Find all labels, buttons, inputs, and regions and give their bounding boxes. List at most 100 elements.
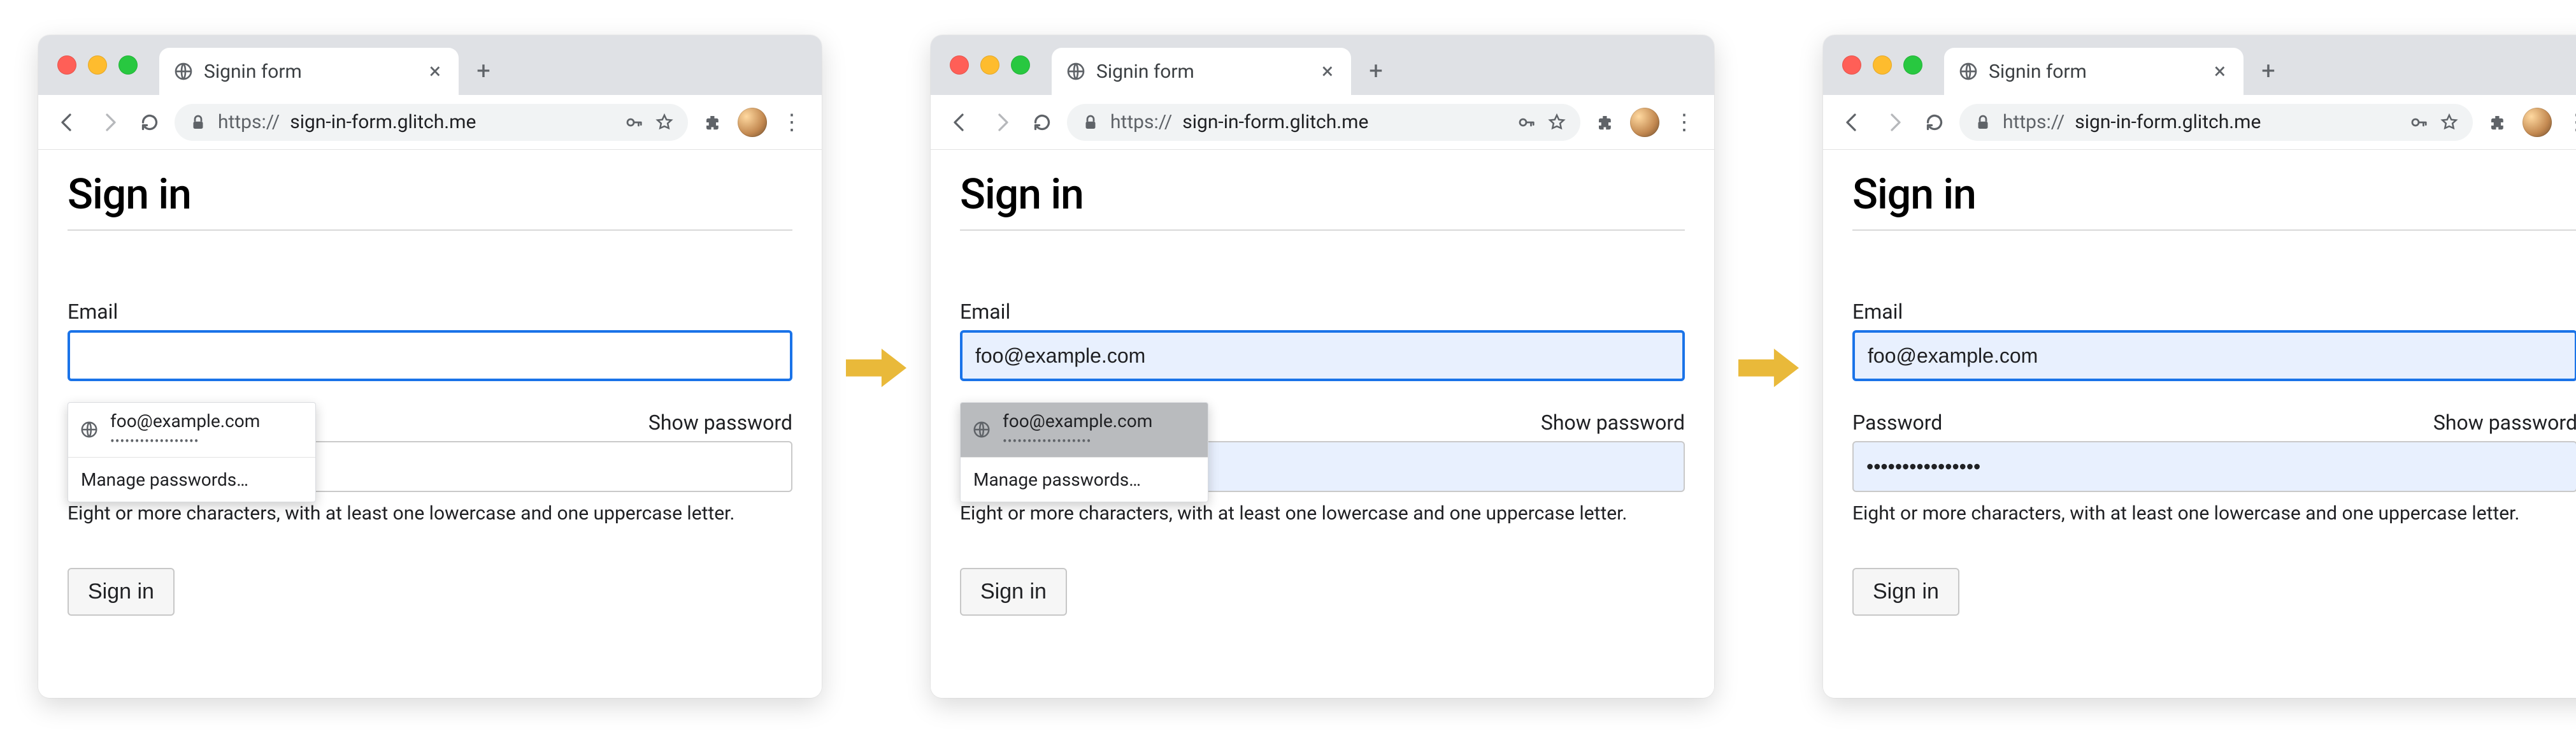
globe-icon: [1066, 61, 1086, 82]
page-title: Sign in: [960, 170, 1685, 219]
show-password-toggle[interactable]: Show password: [2433, 410, 2576, 435]
autofill-popup: foo@example.com •••••••••••••••••• Manag…: [960, 402, 1208, 502]
email-field[interactable]: [1852, 330, 2576, 381]
address-bar[interactable]: https://sign-in-form.glitch.me: [1959, 104, 2473, 141]
tab-title: Signin form: [1989, 61, 2200, 83]
address-bar[interactable]: https://sign-in-form.glitch.me: [1067, 104, 1580, 141]
browser-window: Signin form × + https://sign-in-form.gli…: [931, 35, 1714, 698]
url-scheme: https://: [2003, 111, 2064, 133]
forward-button[interactable]: [985, 106, 1017, 138]
manage-passwords-button[interactable]: Manage passwords…: [961, 458, 1208, 502]
back-button[interactable]: [1837, 106, 1869, 138]
arrow-right-icon: [1738, 344, 1799, 389]
show-password-toggle[interactable]: Show password: [648, 410, 792, 435]
email-field[interactable]: [960, 330, 1685, 381]
tab-strip: Signin form × +: [931, 35, 1714, 95]
key-icon[interactable]: [624, 113, 643, 132]
back-button[interactable]: [52, 106, 84, 138]
divider: [1852, 229, 2576, 231]
signin-button[interactable]: Sign in: [960, 568, 1067, 616]
window-controls: [1842, 55, 1922, 75]
signin-button[interactable]: Sign in: [1852, 568, 1959, 616]
extensions-button[interactable]: [697, 106, 729, 138]
url-host: sign-in-form.glitch.me: [1182, 111, 1368, 133]
minimize-window-button[interactable]: [1873, 55, 1892, 75]
close-tab-button[interactable]: ×: [2210, 59, 2229, 83]
new-tab-button[interactable]: +: [1360, 55, 1392, 87]
signin-button[interactable]: Sign in: [68, 568, 175, 616]
key-icon[interactable]: [1517, 113, 1536, 132]
address-bar[interactable]: https://sign-in-form.glitch.me: [175, 104, 688, 141]
tab-strip: Signin form × +: [1823, 35, 2576, 95]
autofill-popup: foo@example.com •••••••••••••••••• Manag…: [68, 402, 316, 502]
divider: [960, 229, 1685, 231]
globe-icon: [173, 61, 194, 82]
forward-icon: [1882, 111, 1905, 134]
new-tab-button[interactable]: +: [468, 55, 499, 87]
tab-title: Signin form: [1096, 61, 1308, 83]
forward-button[interactable]: [1878, 106, 1910, 138]
browser-window: Signin form × + https://sign-in-form.gli…: [1823, 35, 2576, 698]
email-field[interactable]: [68, 330, 792, 381]
reload-button[interactable]: [134, 106, 166, 138]
password-hint: Eight or more characters, with at least …: [1852, 502, 2576, 525]
globe-icon: [1958, 61, 1979, 82]
reload-icon: [1923, 111, 1946, 134]
puzzle-icon: [1596, 113, 1615, 132]
tab-strip: Signin form × +: [38, 35, 822, 95]
reload-button[interactable]: [1026, 106, 1058, 138]
autofill-password-mask: ••••••••••••••••••: [1003, 434, 1152, 448]
tab-signin-form[interactable]: Signin form ×: [1944, 48, 2243, 95]
back-icon: [949, 111, 972, 134]
close-tab-button[interactable]: ×: [1318, 59, 1337, 83]
star-icon[interactable]: [655, 113, 674, 132]
page-content: Sign in Email Password Show password Eig…: [1823, 150, 2576, 698]
new-tab-button[interactable]: +: [2252, 55, 2284, 87]
password-field[interactable]: [1852, 441, 2576, 492]
tab-title: Signin form: [204, 61, 415, 83]
profile-avatar[interactable]: [2522, 108, 2552, 137]
star-icon[interactable]: [2440, 113, 2459, 132]
profile-avatar[interactable]: [1630, 108, 1659, 137]
extensions-button[interactable]: [2482, 106, 2514, 138]
autofill-suggestion[interactable]: foo@example.com ••••••••••••••••••: [68, 403, 315, 457]
toolbar: https://sign-in-form.glitch.me ⋮: [1823, 95, 2576, 150]
close-tab-button[interactable]: ×: [426, 59, 445, 83]
zoom-window-button[interactable]: [118, 55, 138, 75]
close-window-button[interactable]: [1842, 55, 1861, 75]
arrow-right-icon: [846, 344, 906, 389]
back-icon: [1842, 111, 1864, 134]
close-window-button[interactable]: [57, 55, 76, 75]
key-icon[interactable]: [2409, 113, 2428, 132]
page-content: Sign in Email foo@example.com ••••••••••…: [38, 150, 822, 698]
manage-passwords-button[interactable]: Manage passwords…: [68, 458, 315, 502]
autofill-password-mask: ••••••••••••••••••: [110, 434, 260, 448]
reload-button[interactable]: [1919, 106, 1950, 138]
forward-button[interactable]: [93, 106, 125, 138]
zoom-window-button[interactable]: [1011, 55, 1030, 75]
show-password-toggle[interactable]: Show password: [1541, 410, 1685, 435]
profile-avatar[interactable]: [738, 108, 767, 137]
autofill-email: foo@example.com: [1003, 412, 1152, 432]
star-icon[interactable]: [1547, 113, 1566, 132]
tab-signin-form[interactable]: Signin form ×: [159, 48, 459, 95]
forward-icon: [97, 111, 120, 134]
zoom-window-button[interactable]: [1903, 55, 1922, 75]
chrome-menu-button[interactable]: ⋮: [776, 106, 808, 138]
chrome-menu-button[interactable]: ⋮: [2561, 106, 2576, 138]
minimize-window-button[interactable]: [88, 55, 107, 75]
password-hint: Eight or more characters, with at least …: [68, 502, 792, 525]
extensions-button[interactable]: [1589, 106, 1621, 138]
forward-icon: [990, 111, 1013, 134]
password-label: Password: [1852, 410, 1942, 435]
back-button[interactable]: [945, 106, 977, 138]
chrome-menu-button[interactable]: ⋮: [1668, 106, 1700, 138]
close-window-button[interactable]: [950, 55, 969, 75]
email-label: Email: [1852, 300, 2576, 324]
tab-signin-form[interactable]: Signin form ×: [1052, 48, 1351, 95]
divider: [68, 229, 792, 231]
autofill-suggestion[interactable]: foo@example.com ••••••••••••••••••: [961, 403, 1208, 457]
minimize-window-button[interactable]: [980, 55, 999, 75]
window-controls: [950, 55, 1030, 75]
lock-icon: [1081, 113, 1100, 132]
